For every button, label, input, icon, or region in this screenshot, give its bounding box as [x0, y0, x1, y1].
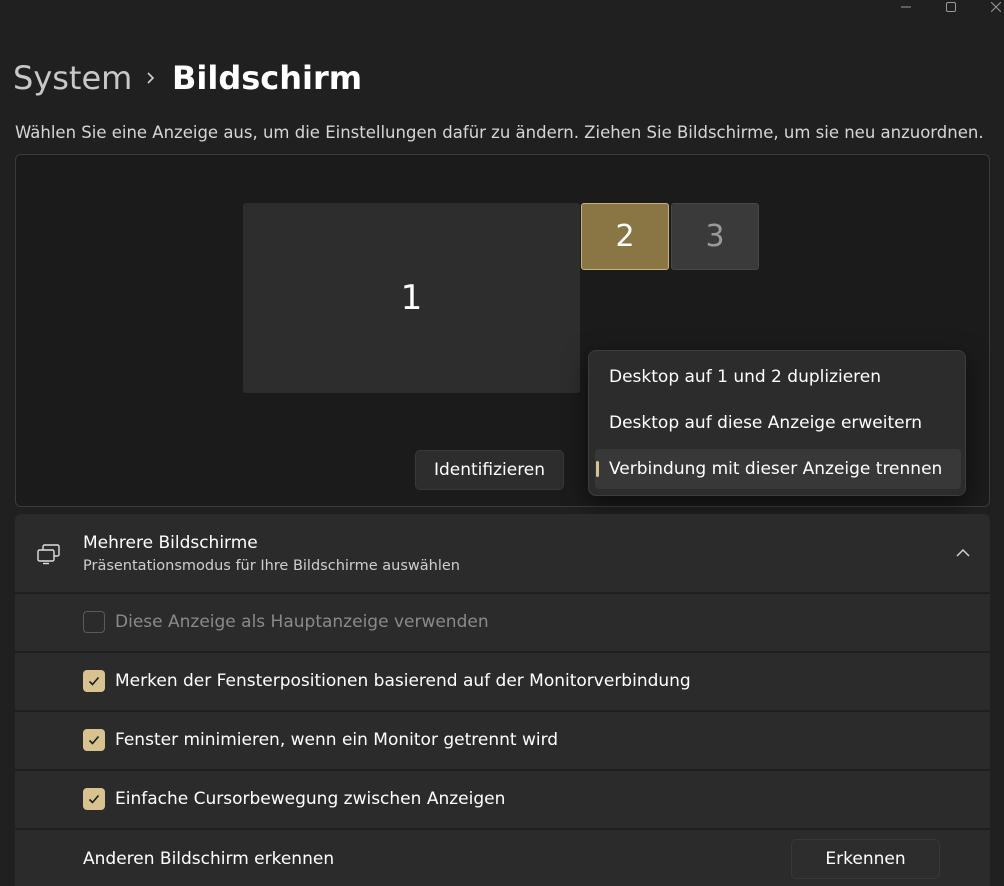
chevron-right-icon [140, 64, 162, 92]
maximize-button[interactable] [931, 0, 971, 14]
menu-item-duplicate[interactable]: Desktop auf 1 und 2 duplizieren [595, 357, 961, 397]
multiple-monitors-icon [37, 543, 61, 565]
minimize-icon [901, 6, 911, 8]
monitor-2-label: 2 [615, 219, 635, 254]
checkmark-icon [88, 794, 100, 804]
cursor-movement-label: Einfache Cursorbewegung zwischen Anzeige… [115, 789, 506, 809]
close-button[interactable] [976, 0, 1004, 14]
detect-button[interactable]: Erkennen [791, 839, 940, 879]
monitor-1-label: 1 [400, 278, 423, 318]
remember-positions-label: Merken der Fensterpositionen basierend a… [115, 671, 691, 691]
multiple-displays-subtitle: Präsentationsmodus für Ihre Bildschirme … [83, 558, 460, 574]
monitor-3-label: 3 [705, 219, 725, 254]
monitor-2[interactable]: 2 [581, 203, 669, 270]
page-description: Wählen Sie eine Anzeige aus, um die Eins… [15, 123, 984, 142]
remember-positions-checkbox[interactable] [83, 670, 105, 692]
close-icon [991, 2, 1001, 12]
main-display-label: Diese Anzeige als Hauptanzeige verwenden [115, 612, 489, 632]
display-context-menu: Desktop auf 1 und 2 duplizieren Desktop … [588, 350, 966, 496]
main-display-checkbox[interactable] [83, 611, 105, 633]
monitor-3[interactable]: 3 [671, 203, 759, 270]
chevron-up-icon[interactable] [954, 545, 972, 559]
minimize-button[interactable] [886, 0, 926, 14]
identify-button[interactable]: Identifizieren [415, 450, 564, 490]
minimize-windows-label: Fenster minimieren, wenn ein Monitor get… [115, 730, 559, 750]
page-title: Bildschirm [172, 59, 363, 97]
menu-item-disconnect[interactable]: Verbindung mit dieser Anzeige trennen [595, 449, 961, 489]
cursor-movement-checkbox[interactable] [83, 788, 105, 810]
detect-display-label: Anderen Bildschirm erkennen [83, 849, 335, 869]
breadcrumb-root[interactable]: System [13, 58, 132, 98]
multiple-displays-title: Mehrere Bildschirme [83, 533, 258, 553]
menu-item-extend[interactable]: Desktop auf diese Anzeige erweitern [595, 403, 961, 443]
maximize-icon [946, 2, 956, 12]
checkmark-icon [88, 735, 100, 745]
monitor-1[interactable]: 1 [243, 203, 580, 393]
minimize-windows-checkbox[interactable] [83, 729, 105, 751]
checkmark-icon [88, 676, 100, 686]
